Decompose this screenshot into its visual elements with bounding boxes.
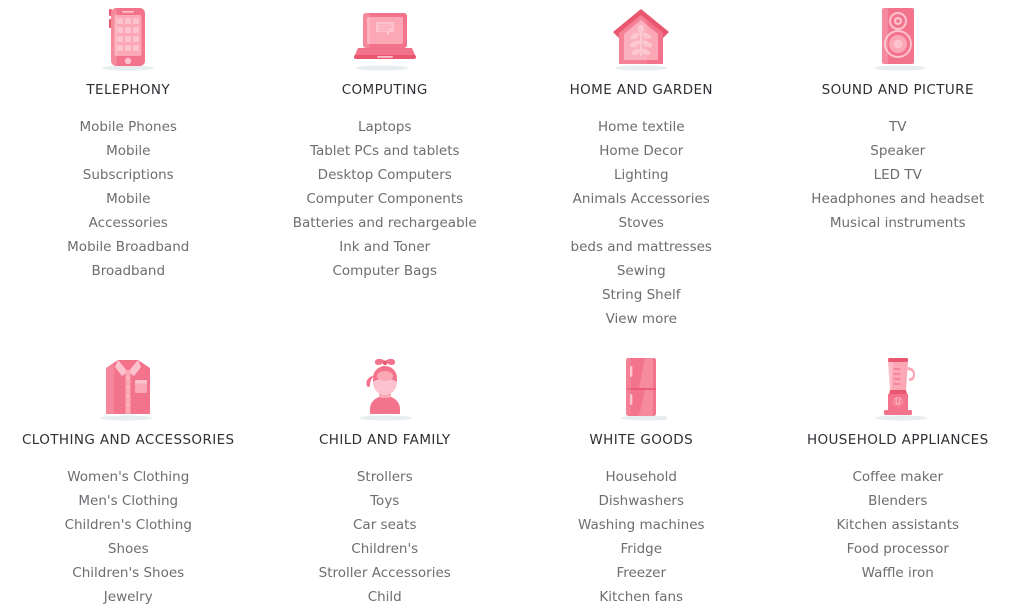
category-card-clothing-and-accessories: CLOTHING AND ACCESSORIES Women's Clothing… [0,350,257,609]
subcategory-link[interactable]: Speaker [811,139,984,163]
subcategory-link[interactable]: Food processor [836,537,959,561]
subcategory-link[interactable]: Toys [319,489,451,513]
category-card-white-goods: WHITE GOODS HouseholdDishwashersWashing m… [513,350,770,609]
subcategory-link[interactable]: Headphones and headset [811,187,984,211]
subcategory-link[interactable]: Men's Clothing [65,489,192,513]
subcategory-link[interactable]: Home Decor [571,139,712,163]
child-propeller-cap-icon[interactable] [345,354,425,424]
subcategory-link[interactable]: Jewelry [65,585,192,609]
subcategory-link[interactable]: Blenders [836,489,959,513]
subcategory-list-clothing-and-accessories: Women's ClothingMen's ClothingChildren's… [65,465,192,609]
subcategory-link[interactable]: Sewing [571,259,712,283]
subcategory-link[interactable]: Laptops [293,115,477,139]
subcategory-link[interactable]: Freezer [578,561,705,585]
subcategory-link[interactable]: Mobile Broadband [67,235,189,259]
subcategory-link[interactable]: Subscriptions [67,163,189,187]
category-card-home-and-garden: HOME AND GARDEN Home textileHome DecorLig… [513,0,770,350]
subcategory-list-home-and-garden: Home textileHome DecorLightingAnimals Ac… [571,115,712,331]
category-card-computing: COMPUTING LaptopsTablet PCs and tabletsDe… [257,0,514,350]
category-grid: TELEPHONYMobile PhonesMobileSubscription… [0,0,1026,609]
shirt-icon[interactable] [88,354,168,424]
speaker-icon[interactable] [858,4,938,74]
subcategory-link[interactable]: Kitchen fans [578,585,705,609]
subcategory-link[interactable]: Lighting [571,163,712,187]
subcategory-list-sound-and-picture: TVSpeakerLED TVHeadphones and headsetMus… [811,115,984,235]
category-card-telephony: TELEPHONYMobile PhonesMobileSubscription… [0,0,257,350]
subcategory-link[interactable]: Computer Components [293,187,477,211]
subcategory-link[interactable]: Broadband [67,259,189,283]
subcategory-link[interactable]: beds and mattresses [571,235,712,259]
category-title-telephony[interactable]: TELEPHONY [86,82,170,98]
subcategory-link[interactable]: Shoes [65,537,192,561]
subcategory-link[interactable]: Accessories [67,211,189,235]
category-title-household-appliances[interactable]: HOUSEHOLD APPLIANCES [807,432,989,448]
subcategory-link[interactable]: Dishwashers [578,489,705,513]
subcategory-link[interactable]: Washing machines [578,513,705,537]
house-plant-icon[interactable] [601,4,681,74]
subcategory-link[interactable]: Coffee maker [836,465,959,489]
subcategory-link[interactable]: Waffle iron [836,561,959,585]
category-title-sound-and-picture[interactable]: SOUND AND PICTURE [822,82,974,98]
blender-icon[interactable] [858,354,938,424]
subcategory-link[interactable]: Tablet PCs and tablets [293,139,477,163]
subcategory-link[interactable]: Ink and Toner [293,235,477,259]
laptop-icon[interactable] [345,4,425,74]
subcategory-link[interactable]: TV [811,115,984,139]
subcategory-list-computing: LaptopsTablet PCs and tabletsDesktop Com… [293,115,477,283]
category-title-home-and-garden[interactable]: HOME AND GARDEN [570,82,713,98]
subcategory-link[interactable]: Child [319,585,451,609]
subcategory-link[interactable]: Fridge [578,537,705,561]
subcategory-link[interactable]: Kitchen assistants [836,513,959,537]
category-title-white-goods[interactable]: WHITE GOODS [589,432,693,448]
category-title-child-and-family[interactable]: CHILD AND FAMILY [319,432,451,448]
subcategory-link[interactable]: Home textile [571,115,712,139]
subcategory-link[interactable]: Stoves [571,211,712,235]
subcategory-link[interactable]: String Shelf [571,283,712,307]
subcategory-link[interactable]: Children's [319,537,451,561]
subcategory-link[interactable]: Animals Accessories [571,187,712,211]
subcategory-link[interactable]: Mobile Phones [67,115,189,139]
subcategory-list-household-appliances: Coffee makerBlendersKitchen assistantsFo… [836,465,959,585]
subcategory-link[interactable]: Stroller Accessories [319,561,451,585]
category-card-household-appliances: HOUSEHOLD APPLIANCES Coffee makerBlenders… [770,350,1026,609]
category-card-sound-and-picture: SOUND AND PICTURE TVSpeakerLED TVHeadphon… [770,0,1026,350]
category-title-clothing-and-accessories[interactable]: CLOTHING AND ACCESSORIES [22,432,235,448]
subcategory-link[interactable]: Strollers [319,465,451,489]
category-card-child-and-family: CHILD AND FAMILYStrollersToysCar seatsCh… [257,350,514,609]
subcategory-link[interactable]: Household [578,465,705,489]
subcategory-list-white-goods: HouseholdDishwashersWashing machinesFrid… [578,465,705,609]
subcategory-link[interactable]: Car seats [319,513,451,537]
subcategory-link[interactable]: Mobile [67,139,189,163]
subcategory-link[interactable]: Batteries and rechargeable [293,211,477,235]
refrigerator-icon[interactable] [601,354,681,424]
subcategory-link[interactable]: Computer Bags [293,259,477,283]
subcategory-link[interactable]: Musical instruments [811,211,984,235]
category-title-computing[interactable]: COMPUTING [342,82,428,98]
subcategory-link[interactable]: View more [571,307,712,331]
subcategory-link[interactable]: Children's Shoes [65,561,192,585]
subcategory-list-telephony: Mobile PhonesMobileSubscriptionsMobileAc… [67,115,189,283]
subcategory-list-child-and-family: StrollersToysCar seatsChildren'sStroller… [319,465,451,609]
subcategory-link[interactable]: Mobile [67,187,189,211]
subcategory-link[interactable]: LED TV [811,163,984,187]
subcategory-link[interactable]: Desktop Computers [293,163,477,187]
smartphone-icon[interactable] [88,4,168,74]
subcategory-link[interactable]: Children's Clothing [65,513,192,537]
subcategory-link[interactable]: Women's Clothing [65,465,192,489]
